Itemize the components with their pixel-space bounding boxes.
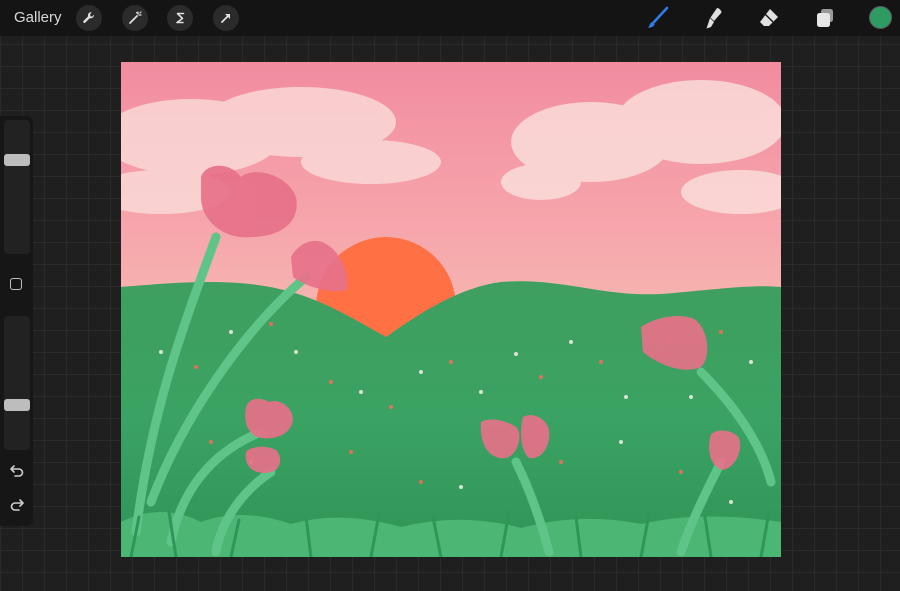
brush-size-slider[interactable] — [4, 120, 30, 254]
brush-icon[interactable] — [644, 4, 672, 32]
undo-icon[interactable] — [8, 462, 26, 480]
brush-size-thumb[interactable] — [4, 154, 30, 167]
left-sidebar — [0, 116, 33, 526]
redo-icon[interactable] — [8, 496, 26, 514]
transform-arrow-icon[interactable] — [213, 5, 239, 31]
gallery-button[interactable]: Gallery — [14, 9, 62, 26]
eraser-icon[interactable] — [755, 4, 783, 32]
color-picker-button[interactable] — [869, 6, 892, 29]
layers-icon[interactable] — [811, 4, 839, 32]
wrench-icon[interactable] — [76, 5, 102, 31]
modify-button[interactable] — [10, 278, 22, 290]
smudge-icon[interactable] — [700, 4, 728, 32]
magic-wand-icon[interactable] — [122, 5, 148, 31]
selection-icon[interactable] — [167, 5, 193, 31]
opacity-thumb[interactable] — [4, 398, 30, 411]
top-toolbar: Gallery — [0, 0, 900, 36]
opacity-slider[interactable] — [4, 316, 30, 450]
drawing-canvas[interactable] — [121, 62, 781, 557]
